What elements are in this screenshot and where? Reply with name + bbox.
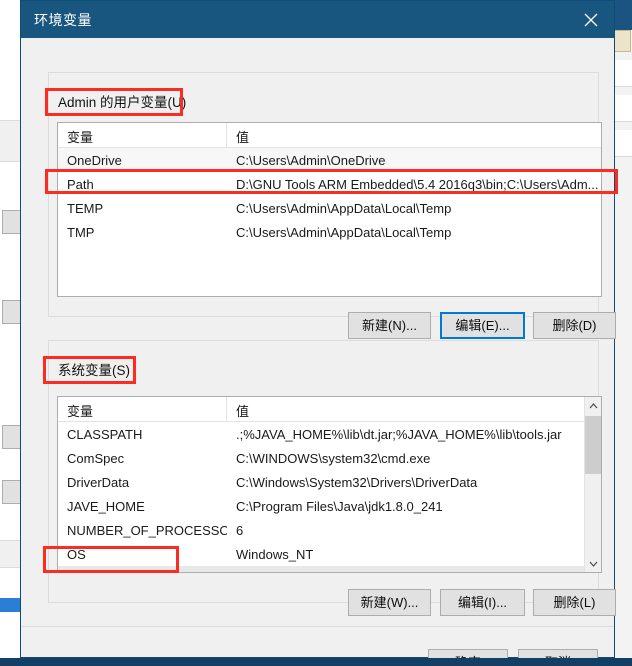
table-row[interactable]: TEMP C:\Users\Admin\AppData\Local\Temp (58, 196, 601, 220)
background-right-row (614, 95, 632, 122)
variable-value: C:\Program Files\Java\jdk1.8.0_241 (236, 498, 443, 514)
window-title: 环境变量 (34, 12, 92, 28)
variable-value: C:\Users\Admin\OneDrive (236, 152, 386, 168)
table-row[interactable]: DriverData C:\Windows\System32\Drivers\D… (58, 470, 601, 494)
table-row[interactable]: NUMBER_OF_PROCESSORS 6 (58, 518, 601, 542)
background-right-tab (613, 30, 631, 52)
variable-name: TMP (67, 224, 95, 240)
system-variables-label: 系统变量(S) (54, 363, 134, 379)
table-row[interactable]: OneDrive C:\Users\Admin\OneDrive (58, 148, 601, 172)
variable-name: Path (67, 176, 94, 192)
variable-name: ComSpec (67, 450, 125, 466)
variable-value: 6 (236, 522, 244, 538)
chevron-up-icon[interactable] (585, 397, 601, 414)
variable-value: Windows_NT (236, 546, 314, 562)
variable-name: NUMBER_OF_PROCESSORS (67, 522, 227, 538)
new-system-variable-button[interactable]: 新建(W)... (348, 589, 431, 616)
edit-user-variable-button[interactable]: 编辑(E)... (440, 312, 525, 339)
background-left-button (2, 480, 22, 504)
table-row[interactable]: CLASSPATH .;%JAVA_HOME%\lib\dt.jar;%JAVA… (58, 422, 601, 446)
user-column-header-pad (585, 123, 601, 147)
system-list-scrollbar[interactable] (584, 397, 601, 572)
user-column-header-value[interactable]: 值 (227, 123, 585, 147)
table-row[interactable]: JAVE_HOME C:\Program Files\Java\jdk1.8.0… (58, 494, 601, 518)
user-list-header: 变量 值 (58, 123, 601, 148)
taskbar-strip (0, 658, 632, 666)
background-left-accent (0, 598, 22, 612)
system-column-header-value[interactable]: 值 (227, 397, 585, 421)
user-variables-list[interactable]: 变量 值 OneDrive C:\Users\Admin\OneDrive Pa… (57, 122, 602, 297)
table-row[interactable]: OS Windows_NT (58, 542, 601, 566)
close-icon[interactable] (568, 1, 614, 38)
variable-value: C:\Program Files (x86)\Common Files\Orac… (227, 571, 601, 573)
variable-name: CLASSPATH (67, 426, 143, 442)
background-right-row (614, 130, 632, 157)
background-left-strip (0, 120, 22, 162)
delete-system-variable-button[interactable]: 删除(L) (533, 589, 616, 616)
user-variables-label: Admin 的用户变量(U) (54, 95, 191, 111)
scrollbar-thumb[interactable] (585, 416, 601, 474)
variable-value: C:\Users\Admin\AppData\Local\Temp (236, 200, 452, 216)
background-left-button (2, 300, 22, 324)
variable-name: TEMP (67, 200, 104, 216)
variable-name: JAVE_HOME (67, 498, 145, 514)
background-left-strip (0, 540, 22, 568)
variable-value: C:\WINDOWS\system32\cmd.exe (236, 450, 431, 466)
variable-value: D:\GNU Tools ARM Embedded\5.4 2016q3\bin… (236, 176, 599, 192)
variable-value: C:\Users\Admin\AppData\Local\Temp (236, 224, 452, 240)
variable-value: C:\Windows\System32\Drivers\DriverData (236, 474, 478, 490)
new-user-variable-button[interactable]: 新建(N)... (348, 312, 431, 339)
background-right-row (614, 60, 632, 87)
system-list-header: 变量 值 (58, 397, 601, 422)
background-right-titlebar (614, 0, 632, 30)
table-row[interactable]: TMP C:\Users\Admin\AppData\Local\Temp (58, 220, 601, 244)
environment-variables-dialog: 环境变量 Admin 的用户变量(U) 变量 值 OneDrive C:\Use… (20, 0, 618, 666)
screen: 环境变量 Admin 的用户变量(U) 变量 值 OneDrive C:\Use… (0, 0, 632, 666)
dialog-body: Admin 的用户变量(U) 变量 值 OneDrive C:\Users\Ad… (21, 38, 618, 666)
variable-name: OS (67, 546, 86, 562)
user-column-header-name[interactable]: 变量 (58, 123, 227, 147)
background-left-button (2, 425, 22, 449)
system-variables-list[interactable]: 变量 值 CLASSPATH .;%JAVA_HOME%\lib\dt.jar;… (57, 396, 602, 573)
variable-value: .;%JAVA_HOME%\lib\dt.jar;%JAVA_HOME%\lib… (236, 426, 562, 442)
background-left-button (2, 210, 22, 234)
variable-name: OneDrive (67, 152, 122, 168)
variable-name: Path (58, 571, 227, 573)
table-row[interactable]: ComSpec C:\WINDOWS\system32\cmd.exe (58, 446, 601, 470)
table-row[interactable]: Path C:\Program Files (x86)\Common Files… (58, 566, 601, 573)
system-column-header-name[interactable]: 变量 (58, 397, 227, 421)
delete-user-variable-button[interactable]: 删除(D) (533, 312, 616, 339)
chevron-down-icon[interactable] (585, 555, 601, 572)
titlebar: 环境变量 (21, 1, 614, 38)
table-row[interactable]: Path D:\GNU Tools ARM Embedded\5.4 2016q… (58, 172, 601, 196)
footer-divider (21, 626, 614, 627)
variable-name: DriverData (67, 474, 130, 490)
edit-system-variable-button[interactable]: 编辑(I)... (440, 589, 525, 616)
